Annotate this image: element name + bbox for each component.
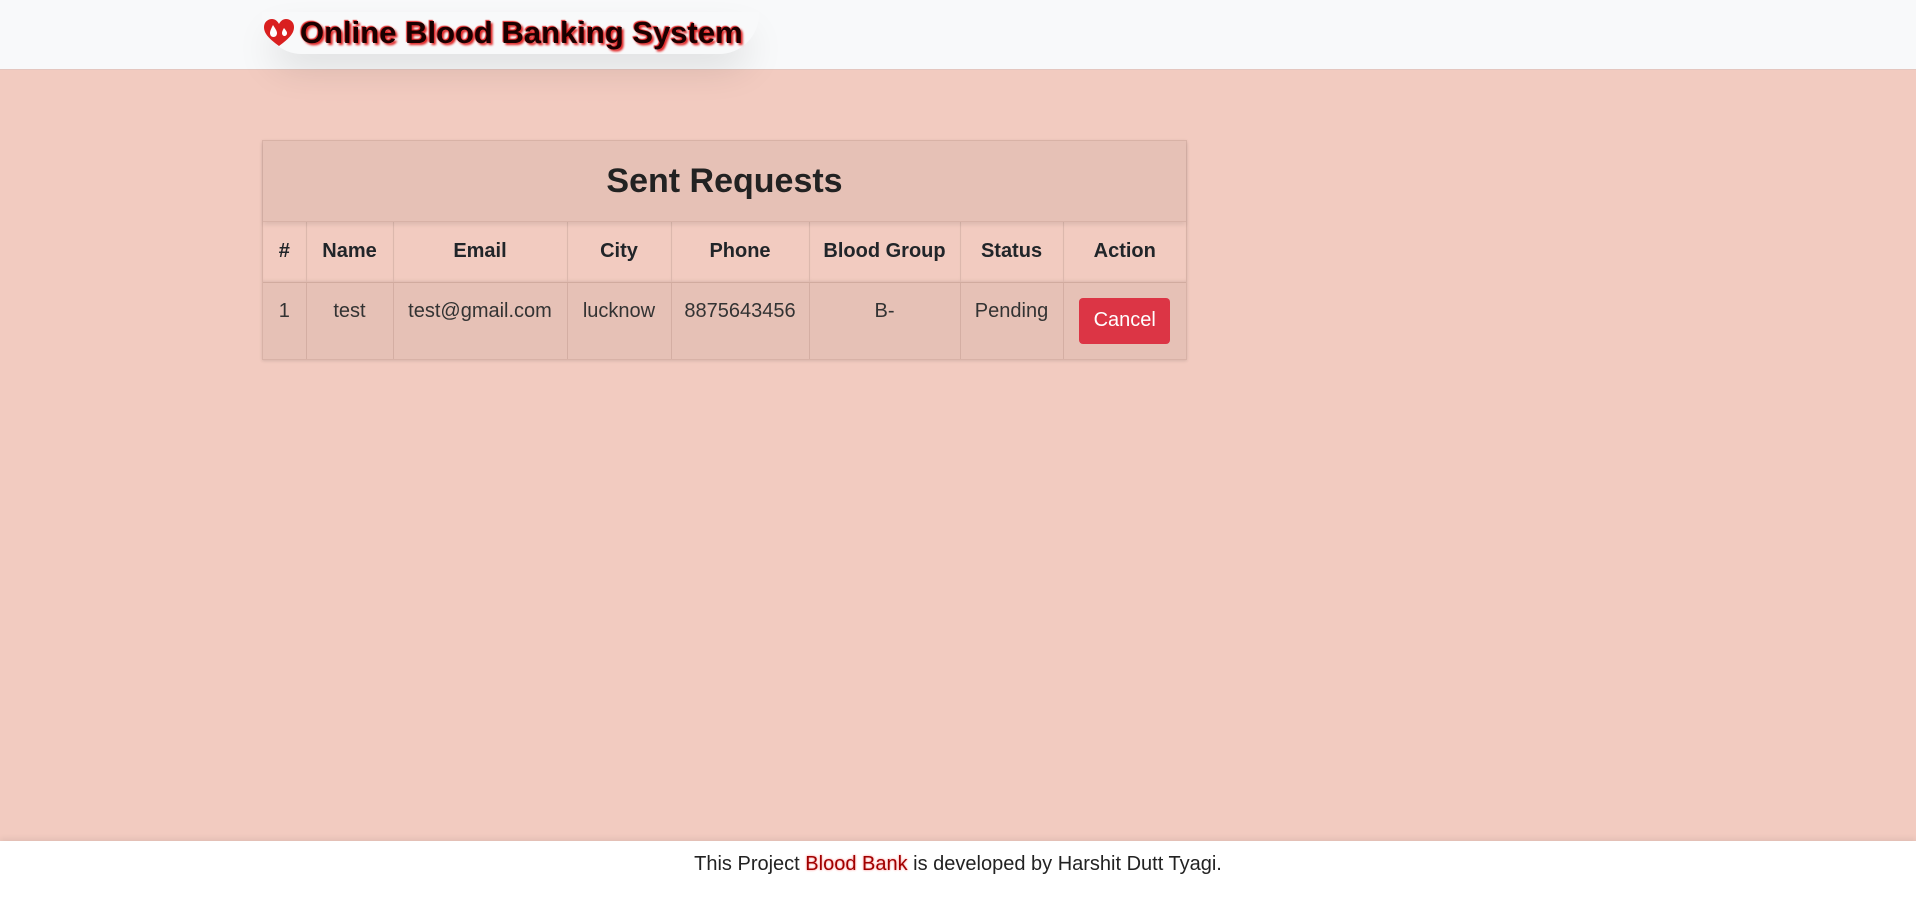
cell-city: lucknow xyxy=(567,282,672,359)
brand-title: Online Blood Banking System xyxy=(300,15,743,50)
column-header-city: City xyxy=(567,222,672,283)
card-title: Sent Requests xyxy=(606,161,843,200)
cell-blood-group: B- xyxy=(809,282,961,359)
column-header-index: # xyxy=(263,222,307,283)
footer-text: This Project Blood Bank is developed by … xyxy=(694,853,1222,876)
brand-link[interactable]: Online Blood Banking System xyxy=(262,12,759,54)
card-header: Sent Requests xyxy=(263,141,1186,222)
table-header-row: # Name Email City Phone Blood Group Stat… xyxy=(263,222,1186,283)
footer-suffix: is developed by Harshit Dutt Tyagi. xyxy=(907,853,1222,875)
column-header-status: Status xyxy=(960,222,1064,283)
cell-email: test@gmail.com xyxy=(393,282,568,359)
column-header-blood-group: Blood Group xyxy=(809,222,961,283)
column-header-email: Email xyxy=(393,222,568,283)
footer-prefix: This Project xyxy=(694,853,806,875)
column-header-phone: Phone xyxy=(671,222,810,283)
blood-drops-heart-icon xyxy=(264,19,294,46)
sent-requests-table: # Name Email City Phone Blood Group Stat… xyxy=(263,222,1186,359)
cell-action: Cancel xyxy=(1063,282,1186,359)
cell-phone: 8875643456 xyxy=(671,282,810,359)
navbar: Online Blood Banking System xyxy=(0,0,1916,70)
footer: This Project Blood Bank is developed by … xyxy=(0,841,1916,901)
cell-index: 1 xyxy=(263,282,307,359)
column-header-name: Name xyxy=(306,222,394,283)
sent-requests-card: Sent Requests # Name Email City Phone Bl… xyxy=(262,140,1187,360)
column-header-action: Action xyxy=(1063,222,1186,283)
table-row: 1 test test@gmail.com lucknow 8875643456… xyxy=(263,282,1186,359)
cell-name: test xyxy=(306,282,394,359)
footer-project-name: Blood Bank xyxy=(805,853,908,875)
cancel-request-button[interactable]: Cancel xyxy=(1079,297,1171,344)
cell-status: Pending xyxy=(960,282,1064,359)
